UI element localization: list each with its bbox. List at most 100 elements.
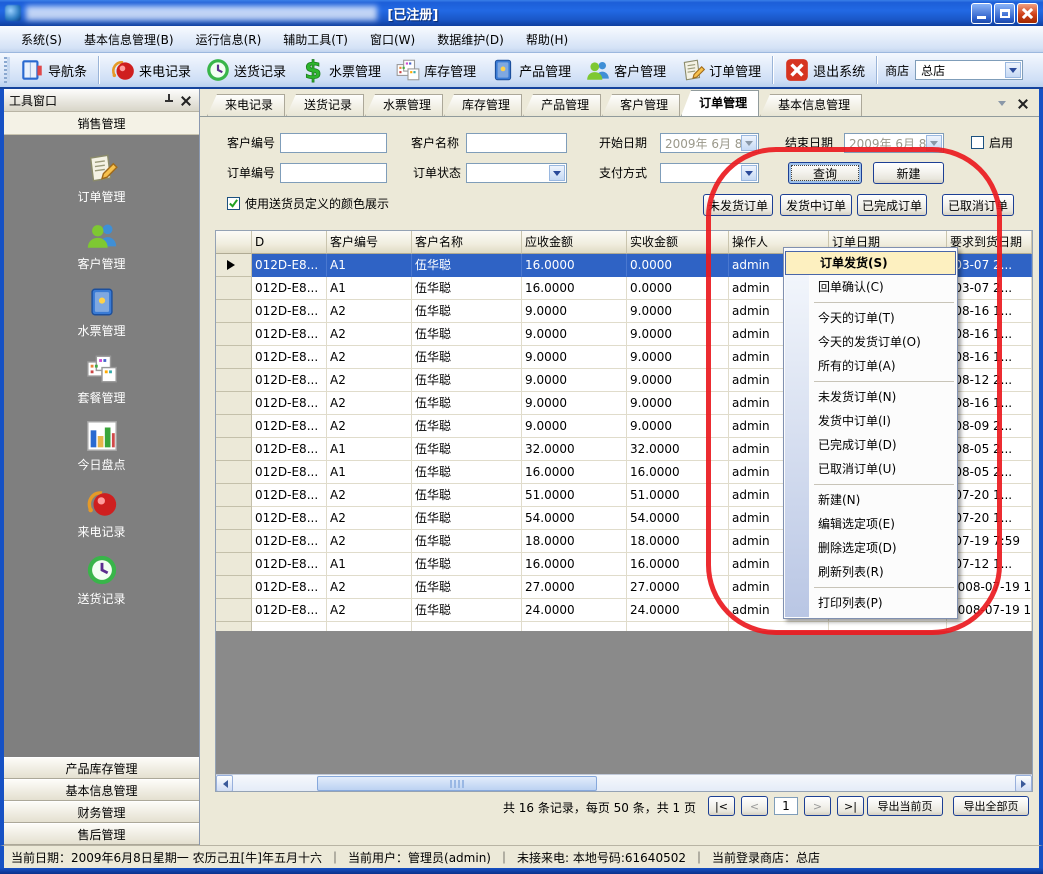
sidebar-item[interactable]: 送货记录 [4,553,199,607]
toolbar-grip[interactable] [4,57,7,83]
context-menu-item[interactable]: 发货中订单(I) [784,409,957,433]
row-selector[interactable] [216,507,252,530]
sidebar-close-button[interactable] [177,92,194,109]
sidebar-item[interactable]: 水票管理 [4,285,199,339]
previous-page-button[interactable]: < [741,796,768,816]
page-number-input[interactable]: 1 [774,797,798,815]
first-page-button[interactable]: |< [708,796,735,816]
context-menu-item[interactable]: 刷新列表(R) [784,560,957,584]
context-menu-item[interactable]: 新建(N) [784,488,957,512]
row-selector[interactable] [216,415,252,438]
context-menu-item[interactable]: 未发货订单(N) [784,385,957,409]
menubar-item[interactable]: 帮助(H) [515,27,579,52]
pay-method-arrow[interactable] [741,165,757,181]
pin-button[interactable] [160,92,177,109]
column-header[interactable]: 实收金额 [627,231,729,254]
end-date-arrow[interactable] [926,135,942,151]
customer-name-input[interactable] [466,133,567,153]
scroll-right-button[interactable] [1015,775,1032,792]
query-button[interactable]: 查询 [788,162,862,184]
tab[interactable]: 基本信息管理 [760,94,862,116]
column-header[interactable]: D [252,231,327,254]
tab[interactable]: 客户管理 [602,94,680,116]
menubar-item[interactable]: 窗口(W) [359,27,426,52]
filter-unshipped-button[interactable]: 未发货订单 [703,194,773,216]
context-menu-item[interactable]: 所有的订单(A) [784,354,957,378]
next-page-button[interactable]: > [804,796,831,816]
tab-list-dropdown-icon[interactable] [998,101,1006,110]
customer-no-input[interactable] [280,133,387,153]
context-menu-item[interactable]: 今天的发货订单(O) [784,330,957,354]
column-header[interactable]: 应收金额 [522,231,627,254]
tab[interactable]: 订单管理 [681,90,759,116]
tab[interactable]: 库存管理 [444,94,522,116]
row-selector[interactable] [216,369,252,392]
toolbar-button[interactable]: 订单管理 [673,54,768,86]
toolbar-button[interactable]: 退出系统 [777,54,872,86]
row-selector[interactable] [216,346,252,369]
sidebar-section-bar[interactable]: 售后管理 [4,823,199,845]
filter-completed-button[interactable]: 已完成订单 [857,194,927,216]
row-selector[interactable] [216,530,252,553]
toolbar-button[interactable]: $水票管理 [293,54,388,86]
row-selector[interactable] [216,392,252,415]
scrollbar-thumb[interactable] [317,776,597,791]
toolbar-button[interactable]: 客户管理 [578,54,673,86]
tab[interactable]: 来电记录 [207,94,285,116]
sidebar-item[interactable]: 来电记录 [4,486,199,540]
sidebar-item[interactable]: 客户管理 [4,218,199,272]
toolbar-button[interactable]: 来电记录 [103,54,198,86]
toolbar-button[interactable]: 导航条 [12,54,94,86]
tab-close-icon[interactable] [1018,99,1027,108]
export-all-pages-button[interactable]: 导出全部页 [953,796,1029,816]
row-selector[interactable] [216,461,252,484]
horizontal-scrollbar[interactable] [216,774,1032,791]
filter-shipping-button[interactable]: 发货中订单 [780,194,852,216]
start-date-arrow[interactable] [741,135,757,151]
row-selector[interactable] [216,553,252,576]
tab[interactable]: 产品管理 [523,94,601,116]
tab[interactable]: 水票管理 [365,94,443,116]
row-selector[interactable] [216,323,252,346]
row-selector[interactable] [216,576,252,599]
context-menu-item[interactable]: 回单确认(C) [784,275,957,299]
context-menu-item[interactable]: 编辑选定项(E) [784,512,957,536]
shop-combobox[interactable]: 总店 [915,60,1023,80]
end-date-picker[interactable]: 2009年 6月 8日 [844,133,944,153]
color-display-checkbox[interactable] [227,197,240,210]
sidebar-section-bar[interactable]: 财务管理 [4,801,199,823]
start-date-picker[interactable]: 2009年 6月 8日 [660,133,759,153]
new-button[interactable]: 新建 [873,162,944,184]
toolbar-button[interactable]: 产品管理 [483,54,578,86]
scroll-left-button[interactable] [216,775,233,792]
shop-combobox-arrow[interactable] [1005,62,1021,78]
order-no-input[interactable] [280,163,387,183]
menubar-item[interactable]: 运行信息(R) [185,27,273,52]
menubar-item[interactable]: 辅助工具(T) [272,27,359,52]
sidebar-item[interactable]: 套餐管理 [4,352,199,406]
order-status-arrow[interactable] [549,165,565,181]
filter-cancelled-button[interactable]: 已取消订单 [942,194,1014,216]
sidebar-item[interactable]: 今日盘点 [4,419,199,473]
close-button[interactable] [1017,3,1038,24]
context-menu-item[interactable]: 已完成订单(D) [784,433,957,457]
last-page-button[interactable]: >| [837,796,864,816]
row-selector[interactable] [216,438,252,461]
column-header[interactable]: 客户编号 [327,231,412,254]
pay-method-combobox[interactable] [660,163,759,183]
sidebar-item[interactable]: 订单管理 [4,151,199,205]
sidebar-section-header[interactable]: 销售管理 [4,112,199,135]
context-menu-item[interactable]: 打印列表(P) [784,591,957,615]
column-header[interactable]: 客户名称 [412,231,522,254]
export-current-page-button[interactable]: 导出当前页 [867,796,943,816]
row-selector[interactable] [216,599,252,622]
context-menu-item[interactable]: 今天的订单(T) [784,306,957,330]
enable-checkbox[interactable] [971,136,984,149]
menubar-item[interactable]: 系统(S) [10,27,73,52]
context-menu-item[interactable]: 订单发货(S) [785,251,956,275]
maximize-button[interactable] [994,3,1015,24]
tab[interactable]: 送货记录 [286,94,364,116]
row-selector[interactable] [216,277,252,300]
menubar-item[interactable]: 基本信息管理(B) [73,27,185,52]
sidebar-section-bar[interactable]: 基本信息管理 [4,779,199,801]
